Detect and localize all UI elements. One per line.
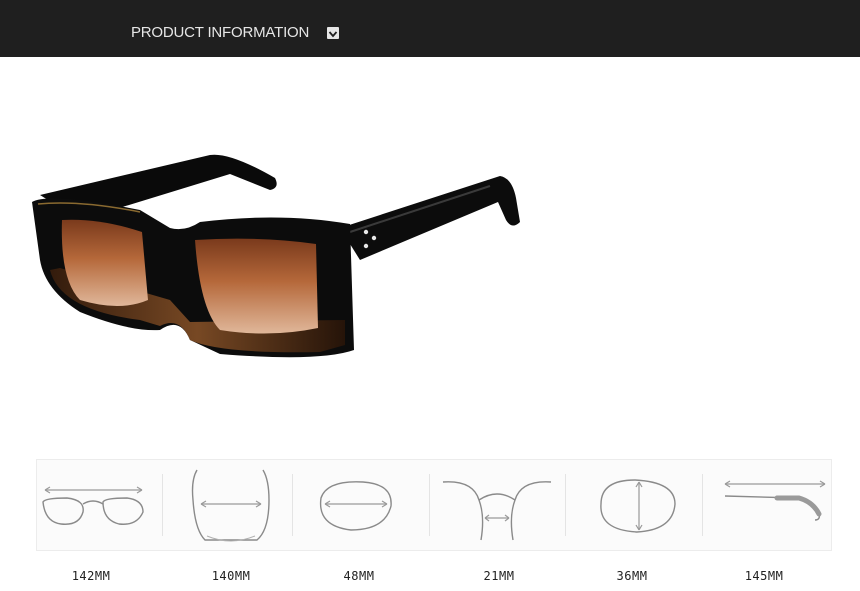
dimension-lens-width xyxy=(307,460,422,550)
bridge-width-value: 21MM xyxy=(483,569,515,583)
bridge-width-icon xyxy=(442,481,552,541)
frame-width-icon xyxy=(42,486,144,525)
dimension-bridge-width xyxy=(437,460,562,550)
header-title: PRODUCT INFORMATION xyxy=(131,24,310,41)
dimension-lens-span xyxy=(177,460,282,550)
temple-length-icon xyxy=(724,480,826,521)
temple-length-value: 145MM xyxy=(744,569,784,583)
divider xyxy=(162,474,163,536)
lens-height-value: 36MM xyxy=(616,569,648,583)
sunglasses-product-image xyxy=(32,154,520,358)
frame-width-value: 142MM xyxy=(71,569,111,583)
chevron-down-icon[interactable] xyxy=(327,27,339,39)
dimension-temple-length xyxy=(717,460,832,550)
header-bar: PRODUCT INFORMATION xyxy=(0,0,860,57)
divider xyxy=(702,474,703,536)
dimension-lens-height xyxy=(577,460,697,550)
lens-width-value: 48MM xyxy=(343,569,375,583)
divider xyxy=(292,474,293,536)
divider xyxy=(565,474,566,536)
dimension-frame-width xyxy=(37,460,152,550)
divider xyxy=(429,474,430,536)
lens-width-icon xyxy=(319,481,392,531)
lens-height-icon xyxy=(600,479,676,533)
dimensions-panel xyxy=(36,459,832,551)
lens-span-value: 140MM xyxy=(211,569,251,583)
lens-span-icon xyxy=(191,469,270,542)
